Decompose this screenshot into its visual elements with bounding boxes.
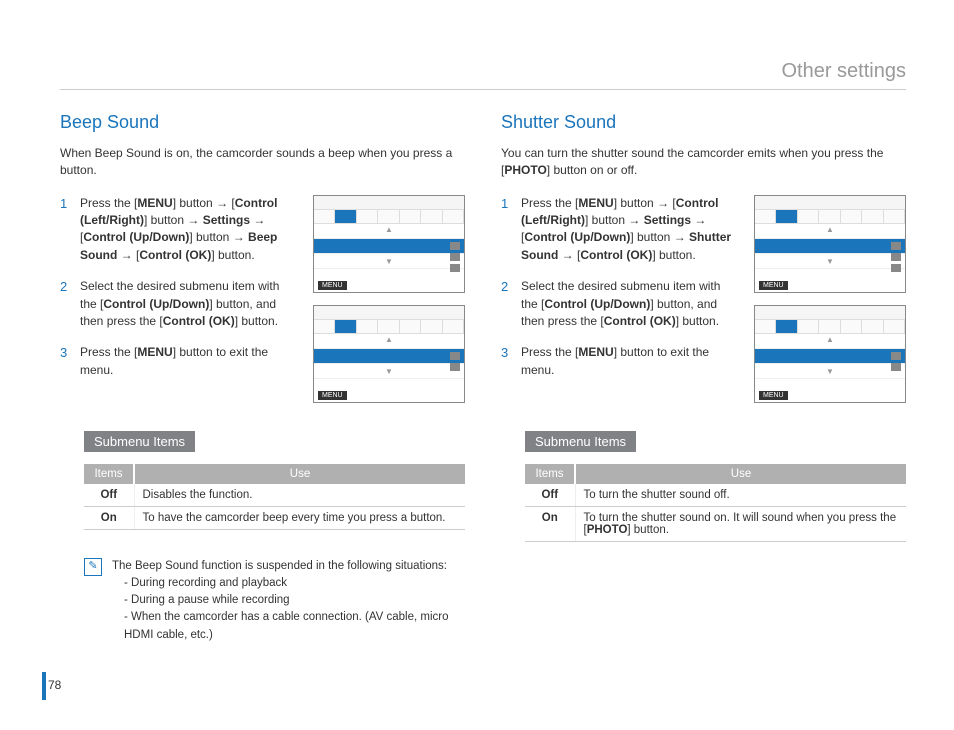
table-row: Off Disables the function. <box>84 484 465 507</box>
menu-label: MENU <box>759 391 788 400</box>
shutter-step-1: 1 Press the [MENU] button → [Control (Le… <box>501 195 736 265</box>
note-lead: The Beep Sound function is suspended in … <box>112 558 465 575</box>
table-header-items: Items <box>84 464 134 484</box>
chevron-down-icon: ▼ <box>385 367 393 376</box>
step-number: 2 <box>501 278 513 330</box>
lcd-preview-1: ▲ ▼ MENU <box>313 195 465 293</box>
shutter-submenu-table: Items Use Off To turn the shutter sound … <box>525 464 906 542</box>
menu-label: MENU <box>318 281 347 290</box>
page-number: 78 <box>48 678 61 692</box>
note-bullet: During recording and playback <box>112 575 465 592</box>
page-header: Other settings <box>60 60 906 90</box>
submenu-items-label: Submenu Items <box>84 431 195 452</box>
section-title-shutter: Shutter Sound <box>501 112 906 133</box>
table-cell-item: On <box>84 506 134 529</box>
table-cell-use: Disables the function. <box>134 484 465 507</box>
beep-step-3: 3 Press the [MENU] button to exit the me… <box>60 344 295 379</box>
beep-note: ✎ The Beep Sound function is suspended i… <box>84 558 465 644</box>
step-text: Press the [MENU] button to exit the menu… <box>521 344 736 379</box>
table-cell-use: To turn the shutter sound on. It will so… <box>575 506 906 541</box>
table-header-use: Use <box>575 464 906 484</box>
step-text: Select the desired submenu item with the… <box>80 278 295 330</box>
section-title-beep: Beep Sound <box>60 112 465 133</box>
beep-sound-section: Beep Sound When Beep Sound is on, the ca… <box>60 112 465 644</box>
lcd-preview-4: ▲ ▼ MENU <box>754 305 906 403</box>
table-row: Off To turn the shutter sound off. <box>525 484 906 507</box>
menu-label: MENU <box>318 391 347 400</box>
shutter-intro: You can turn the shutter sound the camco… <box>501 145 906 179</box>
chevron-down-icon: ▼ <box>826 257 834 266</box>
table-cell-use: To have the camcorder beep every time yo… <box>134 506 465 529</box>
note-bullet: When the camcorder has a cable connectio… <box>112 609 465 644</box>
step-number: 2 <box>60 278 72 330</box>
table-row: On To turn the shutter sound on. It will… <box>525 506 906 541</box>
step-text: Press the [MENU] button → [Control (Left… <box>521 195 736 265</box>
submenu-items-label: Submenu Items <box>525 431 636 452</box>
shutter-step-3: 3 Press the [MENU] button to exit the me… <box>501 344 736 379</box>
beep-submenu-table: Items Use Off Disables the function. On … <box>84 464 465 530</box>
page-accent-bar <box>42 672 46 700</box>
table-cell-item: Off <box>525 484 575 507</box>
step-number: 3 <box>501 344 513 379</box>
step-number: 3 <box>60 344 72 379</box>
table-cell-item: Off <box>84 484 134 507</box>
table-header-use: Use <box>134 464 465 484</box>
beep-intro: When Beep Sound is on, the camcorder sou… <box>60 145 465 179</box>
table-cell-use: To turn the shutter sound off. <box>575 484 906 507</box>
lcd-preview-2: ▲ ▼ MENU <box>313 305 465 403</box>
table-row: On To have the camcorder beep every time… <box>84 506 465 529</box>
step-text: Press the [MENU] button → [Control (Left… <box>80 195 295 265</box>
chevron-down-icon: ▼ <box>385 257 393 266</box>
step-number: 1 <box>60 195 72 265</box>
beep-step-1: 1 Press the [MENU] button → [Control (Le… <box>60 195 295 265</box>
shutter-sound-section: Shutter Sound You can turn the shutter s… <box>501 112 906 644</box>
lcd-preview-3: ▲ ▼ MENU <box>754 195 906 293</box>
chevron-down-icon: ▼ <box>826 367 834 376</box>
beep-step-2: 2 Select the desired submenu item with t… <box>60 278 295 330</box>
note-bullet: During a pause while recording <box>112 592 465 609</box>
note-icon: ✎ <box>84 558 102 576</box>
table-header-items: Items <box>525 464 575 484</box>
shutter-step-2: 2 Select the desired submenu item with t… <box>501 278 736 330</box>
table-cell-item: On <box>525 506 575 541</box>
step-text: Select the desired submenu item with the… <box>521 278 736 330</box>
menu-label: MENU <box>759 281 788 290</box>
step-text: Press the [MENU] button to exit the menu… <box>80 344 295 379</box>
step-number: 1 <box>501 195 513 265</box>
